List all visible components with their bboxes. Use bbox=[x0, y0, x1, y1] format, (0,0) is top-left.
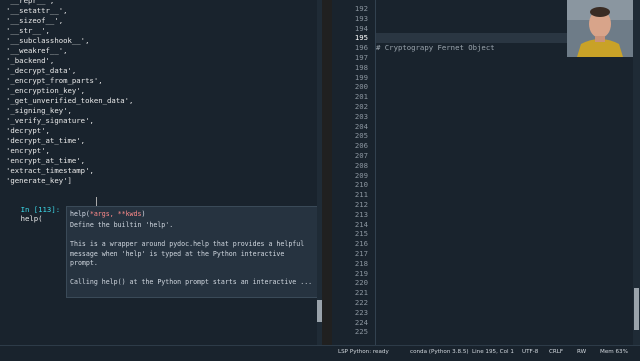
line-endings: CRLF bbox=[549, 349, 564, 355]
lsp-status[interactable]: LSP Python: ready bbox=[338, 349, 389, 355]
line-number: 224 bbox=[354, 317, 368, 327]
console-output-line: '__weakref__', bbox=[6, 46, 68, 55]
console-output-line: '__setattr__', bbox=[6, 6, 68, 15]
line-number: 201 bbox=[354, 92, 368, 102]
code-line-comment[interactable]: # Cryptograpy Fernet Object bbox=[376, 43, 495, 52]
line-number: 214 bbox=[354, 219, 368, 229]
line-number: 206 bbox=[354, 141, 368, 151]
console-output-line: 'encrypt', bbox=[6, 146, 50, 155]
webcam-overlay bbox=[567, 0, 633, 57]
editor-scrollbar-thumb[interactable] bbox=[634, 288, 639, 330]
console-output-line: '_signing_key', bbox=[6, 106, 72, 115]
line-number: 197 bbox=[354, 53, 368, 62]
console-output-line: 'extract_timestamp', bbox=[6, 166, 94, 175]
line-number: 212 bbox=[354, 200, 368, 209]
env-status[interactable]: conda (Python 3.8.5) bbox=[410, 349, 469, 355]
console-output-line: '__subclasshook__', bbox=[6, 36, 90, 45]
line-number: 216 bbox=[354, 239, 368, 249]
presenter-image bbox=[567, 0, 633, 57]
console-output-line: 'decrypt_at_time', bbox=[6, 136, 86, 145]
calltip-signature: help(*args, **kwds) bbox=[70, 210, 146, 218]
console-output-line: 'generate_key'] bbox=[6, 176, 72, 185]
line-number-gutter: 192 193 194 195 196 197 198 199 200 201 202 203 204 2… bbox=[332, 0, 372, 345]
line-number: 205 bbox=[354, 131, 368, 141]
line-number: 215 bbox=[354, 229, 368, 239]
prompt-input[interactable]: help( bbox=[21, 214, 43, 223]
calltip-line: Define the builtin 'help'. bbox=[70, 221, 174, 229]
line-number: 225 bbox=[354, 327, 368, 337]
console-output-line: '_verify_signature', bbox=[6, 116, 94, 125]
calltip-line: This is a wrapper around pydoc.help that… bbox=[70, 240, 305, 248]
line-number: 223 bbox=[354, 307, 368, 317]
console-output-line: '_decrypt_data', bbox=[6, 66, 77, 75]
line-number: 213 bbox=[354, 209, 368, 219]
calltip-line: Calling help() at the Python prompt star… bbox=[70, 278, 313, 286]
console-output-line: '_backend', bbox=[6, 56, 55, 65]
line-number: 195 bbox=[354, 33, 368, 43]
text-cursor bbox=[96, 197, 97, 206]
line-number: 210 bbox=[354, 180, 368, 190]
console-output-line: 'encrypt_at_time', bbox=[6, 156, 86, 165]
editor-scrollbar[interactable] bbox=[633, 0, 640, 345]
pane-splitter[interactable] bbox=[322, 0, 332, 345]
ipython-console[interactable]: '__repr__', '__setattr__', '__sizeof__', '_… bbox=[0, 0, 322, 345]
line-number: 204 bbox=[354, 121, 368, 131]
calltip-popup: help(*args, **kwds) Define the builtin '… bbox=[66, 206, 320, 298]
line-number: 199 bbox=[354, 72, 368, 82]
console-output-line: '__sizeof__', bbox=[6, 16, 64, 25]
console-prompt[interactable]: In [113]: help( bbox=[3, 196, 61, 232]
calltip-line: message when 'help' is typed at the Pyth… bbox=[70, 249, 285, 258]
line-number: 200 bbox=[354, 82, 368, 92]
line-number: 218 bbox=[354, 258, 368, 268]
line-number: 196 bbox=[354, 43, 368, 53]
rw-status: RW bbox=[577, 349, 587, 355]
memory-usage: Mem 63% bbox=[600, 349, 628, 355]
line-number: 203 bbox=[354, 111, 368, 121]
console-output-line: 'decrypt', bbox=[6, 126, 50, 135]
cursor-position: Line 195, Col 1 bbox=[472, 349, 514, 355]
prompt-label: In [113]: bbox=[20, 205, 61, 214]
line-number: 192 bbox=[354, 4, 368, 13]
line-number: 217 bbox=[354, 249, 368, 258]
line-number: 207 bbox=[354, 151, 368, 160]
line-number: 193 bbox=[354, 13, 368, 23]
line-number: 222 bbox=[354, 298, 368, 307]
console-output-line: '_encrypt_from_parts', bbox=[6, 76, 103, 85]
file-encoding: UTF-8 bbox=[522, 349, 539, 355]
line-number: 219 bbox=[354, 268, 368, 278]
line-number: 208 bbox=[354, 160, 368, 170]
status-bar: LSP Python: ready conda (Python 3.8.5) L… bbox=[0, 345, 640, 361]
line-number: 209 bbox=[354, 170, 368, 180]
calltip-line: prompt. bbox=[70, 259, 98, 267]
line-number: 202 bbox=[354, 102, 368, 111]
console-output-line: '_encryption_key', bbox=[6, 86, 86, 95]
line-number: 211 bbox=[354, 190, 368, 200]
line-number: 221 bbox=[354, 288, 368, 298]
console-output-line: '__str__', bbox=[6, 26, 50, 35]
line-number: 220 bbox=[354, 278, 368, 288]
line-number: 194 bbox=[354, 23, 368, 33]
line-number: 198 bbox=[354, 62, 368, 72]
console-output-line: '_get_unverified_token_data', bbox=[6, 96, 134, 105]
